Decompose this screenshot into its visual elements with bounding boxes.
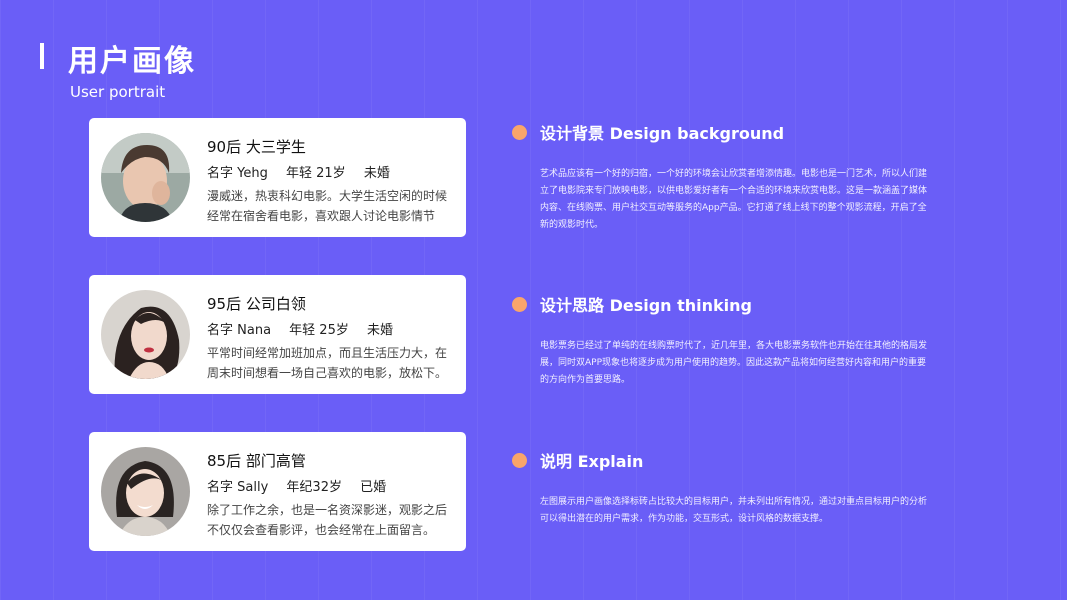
avatar: [101, 133, 190, 222]
page-subtitle: User portrait: [70, 83, 166, 101]
persona-card: 85后 部门高管 名字 Sally 年纪32岁 已婚 除了工作之余，也是一名资深…: [89, 432, 466, 551]
bullet-dot-icon: [512, 297, 527, 312]
persona-description: 除了工作之余，也是一名资深影迷，观影之后 不仅仅会查看影评，也会经常在上面留言。: [207, 500, 457, 540]
persona-card: 90后 大三学生 名字 Yehg 年轻 21岁 未婚 漫威迷，热衷科幻电影。大学…: [89, 118, 466, 237]
persona-age: 年轻 21岁: [285, 166, 346, 181]
persona-desc-line: 经常在宿舍看电影，喜欢跟人讨论电影情节: [207, 209, 436, 223]
persona-age: 年纪32岁: [286, 480, 342, 495]
persona-desc-line: 平常时间经常加班加点，而且生活压力大，在: [207, 346, 448, 360]
section-text: 艺术品应该有一个好的归宿，一个好的环境会让欣赏者增添情趣。电影也是一门艺术，所以…: [540, 166, 984, 234]
persona-title: 85后 部门高管: [207, 452, 306, 470]
section-title: 说明 Explain: [540, 452, 644, 471]
persona-card: 95后 公司白领 名字 Nana 年轻 25岁 未婚 平常时间经常加班加点，而且…: [89, 275, 466, 394]
page-title: 用户画像: [68, 44, 196, 79]
persona-title: 90后 大三学生: [207, 138, 306, 156]
persona-status: 未婚: [363, 166, 390, 181]
bullet-dot-icon: [512, 453, 527, 468]
section-text: 左图展示用户画像选择标砖占比较大的目标用户，并未列出所有情况，通过对重点目标用户…: [540, 494, 984, 528]
persona-desc-line: 除了工作之余，也是一名资深影迷，观影之后: [207, 503, 448, 517]
persona-status: 未婚: [367, 323, 394, 338]
persona-meta: 名字 Sally 年纪32岁 已婚: [207, 476, 400, 495]
persona-name: 名字 Nana: [207, 323, 272, 338]
persona-status: 已婚: [360, 480, 387, 495]
section-text-line: 左图展示用户画像选择标砖占比较大的目标用户，并未列出所有情况，通过对重点目标用户…: [540, 497, 928, 507]
section-text-line: 艺术品应该有一个好的归宿，一个好的环境会让欣赏者增添情趣。电影也是一门艺术，所以…: [540, 169, 928, 179]
section-title: 设计背景 Design background: [540, 124, 785, 143]
persona-age: 年轻 25岁: [289, 323, 349, 338]
section-text-line: 电影票务已经过了单纯的在线购票时代了，近几年里，各大电影票务软件也开始在往其他的…: [540, 341, 928, 351]
section-text-line: 可以得出潜在的用户需求，作为功能，交互形式，设计风格的数据支撑。: [540, 514, 829, 524]
persona-title: 95后 公司白领: [207, 295, 306, 313]
section-text-line: 的方向作为首要思路。: [540, 375, 631, 385]
section-title: 设计思路 Design thinking: [540, 296, 753, 315]
persona-desc-line: 不仅仅会查看影评，也会经常在上面留言。: [207, 523, 436, 537]
avatar: [101, 447, 190, 536]
persona-name: 名字 Yehg: [207, 166, 268, 181]
persona-name: 名字 Sally: [207, 480, 269, 495]
bullet-dot-icon: [512, 125, 527, 140]
persona-desc-line: 周末时间想看一场自己喜欢的电影，放松下。: [207, 366, 448, 380]
persona-meta: 名字 Yehg 年轻 21岁 未婚: [207, 162, 404, 181]
section-text: 电影票务已经过了单纯的在线购票时代了，近几年里，各大电影票务软件也开始在往其他的…: [540, 338, 984, 389]
section-text-line: 立了电影院来专门放映电影，以供电影爱好者有一个合适的环境来欣赏电影。这是一款涵盖…: [540, 186, 928, 196]
persona-description: 平常时间经常加班加点，而且生活压力大，在 周末时间想看一场自己喜欢的电影，放松下…: [207, 343, 457, 383]
persona-meta: 名字 Nana 年轻 25岁 未婚: [207, 319, 407, 338]
section-text-line: 内容、在线购票、用户社交互动等服务的App产品。它打通了线上线下的整个观影流程，…: [540, 203, 927, 213]
title-accent-bar: [40, 43, 44, 69]
persona-desc-line: 漫威迷，热衷科幻电影。大学生活空闲的时候: [207, 189, 448, 203]
persona-description: 漫威迷，热衷科幻电影。大学生活空闲的时候 经常在宿舍看电影，喜欢跟人讨论电影情节: [207, 186, 457, 226]
section-text-line: 新的观影时代。: [540, 220, 604, 230]
section-text-line: 展，同时双APP现象也将逐步成为用户使用的趋势。因此这款产品将如何经营好内容和用…: [540, 358, 927, 368]
avatar: [101, 290, 190, 379]
